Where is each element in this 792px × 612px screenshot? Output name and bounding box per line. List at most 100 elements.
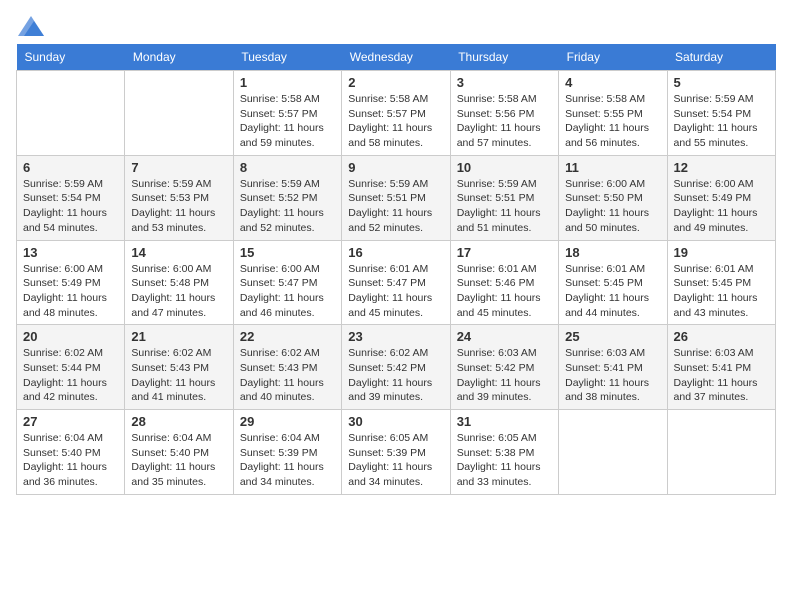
sunrise-info: Sunrise: 6:02 AM [240,347,320,359]
sunrise-info: Sunrise: 5:59 AM [457,178,537,190]
sunset-info: Sunset: 5:54 PM [674,108,752,120]
sunrise-info: Sunrise: 6:02 AM [348,347,428,359]
calendar-day-cell [559,410,667,495]
sunrise-info: Sunrise: 6:01 AM [565,263,645,275]
calendar-day-cell: 10Sunrise: 5:59 AMSunset: 5:51 PMDayligh… [450,155,558,240]
calendar-week-row: 27Sunrise: 6:04 AMSunset: 5:40 PMDayligh… [17,410,776,495]
daylight-info: Daylight: 11 hours and 51 minutes. [457,207,541,234]
logo-icon [18,16,44,36]
day-info: Sunrise: 6:04 AMSunset: 5:40 PMDaylight:… [23,431,118,490]
day-info: Sunrise: 6:03 AMSunset: 5:41 PMDaylight:… [674,346,769,405]
day-number: 8 [240,160,335,175]
calendar-week-row: 6Sunrise: 5:59 AMSunset: 5:54 PMDaylight… [17,155,776,240]
sunset-info: Sunset: 5:57 PM [240,108,318,120]
sunset-info: Sunset: 5:46 PM [457,277,535,289]
sunset-info: Sunset: 5:47 PM [348,277,426,289]
sunset-info: Sunset: 5:40 PM [131,447,209,459]
calendar-day-cell: 28Sunrise: 6:04 AMSunset: 5:40 PMDayligh… [125,410,233,495]
sunrise-info: Sunrise: 6:05 AM [348,432,428,444]
calendar-day-cell: 15Sunrise: 6:00 AMSunset: 5:47 PMDayligh… [233,240,341,325]
sunrise-info: Sunrise: 5:59 AM [240,178,320,190]
calendar-day-cell: 22Sunrise: 6:02 AMSunset: 5:43 PMDayligh… [233,325,341,410]
daylight-info: Daylight: 11 hours and 40 minutes. [240,377,324,404]
calendar-day-cell: 3Sunrise: 5:58 AMSunset: 5:56 PMDaylight… [450,71,558,156]
day-of-week-header: Thursday [450,44,558,71]
sunrise-info: Sunrise: 5:58 AM [565,93,645,105]
day-number: 27 [23,414,118,429]
day-number: 13 [23,245,118,260]
calendar-day-cell [125,71,233,156]
daylight-info: Daylight: 11 hours and 44 minutes. [565,292,649,319]
sunrise-info: Sunrise: 6:03 AM [565,347,645,359]
day-number: 10 [457,160,552,175]
calendar-day-cell: 31Sunrise: 6:05 AMSunset: 5:38 PMDayligh… [450,410,558,495]
daylight-info: Daylight: 11 hours and 48 minutes. [23,292,107,319]
day-info: Sunrise: 6:03 AMSunset: 5:41 PMDaylight:… [565,346,660,405]
calendar-day-cell: 12Sunrise: 6:00 AMSunset: 5:49 PMDayligh… [667,155,775,240]
calendar-day-cell: 19Sunrise: 6:01 AMSunset: 5:45 PMDayligh… [667,240,775,325]
calendar-day-cell: 4Sunrise: 5:58 AMSunset: 5:55 PMDaylight… [559,71,667,156]
calendar-day-cell: 7Sunrise: 5:59 AMSunset: 5:53 PMDaylight… [125,155,233,240]
day-number: 1 [240,75,335,90]
day-info: Sunrise: 6:01 AMSunset: 5:45 PMDaylight:… [565,262,660,321]
daylight-info: Daylight: 11 hours and 59 minutes. [240,122,324,149]
sunset-info: Sunset: 5:42 PM [457,362,535,374]
day-info: Sunrise: 6:05 AM Sunset: 5:39 PM Daylight:… [348,431,443,490]
sunset-info: Sunset: 5:41 PM [674,362,752,374]
daylight-info: Daylight: 11 hours and 50 minutes. [565,207,649,234]
calendar-day-cell [17,71,125,156]
day-info: Sunrise: 6:01 AMSunset: 5:46 PMDaylight:… [457,262,552,321]
day-number: 31 [457,414,552,429]
calendar-week-row: 13 Sunrise: 6:00 AM Sunset: 5:49 PM Dayligh… [17,240,776,325]
day-number: 29 [240,414,335,429]
calendar-day-cell: 23Sunrise: 6:02 AMSunset: 5:42 PMDayligh… [342,325,450,410]
daylight-info: Daylight: 11 hours and 39 minutes. [457,377,541,404]
sunrise-info: Sunrise: 6:01 AM [348,263,428,275]
sunset-info: Sunset: 5:49 PM [23,277,101,289]
day-info: Sunrise: 6:02 AMSunset: 5:44 PMDaylight:… [23,346,118,405]
daylight-info: Daylight: 11 hours and 41 minutes. [131,377,215,404]
calendar-day-cell: 8 Sunrise: 5:59 AM Sunset: 5:52 PM Daylight… [233,155,341,240]
day-info: Sunrise: 6:01 AMSunset: 5:47 PMDaylight:… [348,262,443,321]
day-info: Sunrise: 6:02 AMSunset: 5:42 PMDaylight:… [348,346,443,405]
day-number: 2 [348,75,443,90]
day-number: 16 [348,245,443,260]
calendar-day-cell: 20Sunrise: 6:02 AMSunset: 5:44 PMDayligh… [17,325,125,410]
daylight-info: Daylight: 11 hours and 36 minutes. [23,461,107,488]
calendar-day-cell [667,410,775,495]
sunset-info: Sunset: 5:39 PM [348,447,426,459]
day-info: Sunrise: 5:58 AMSunset: 5:56 PMDaylight:… [457,92,552,151]
day-number: 7 [131,160,226,175]
sunrise-info: Sunrise: 6:00 AM [565,178,645,190]
calendar-day-cell: 9Sunrise: 5:59 AMSunset: 5:51 PMDaylight… [342,155,450,240]
sunset-info: Sunset: 5:45 PM [674,277,752,289]
sunset-info: Sunset: 5:43 PM [131,362,209,374]
sunrise-info: Sunrise: 6:00 AM [23,263,103,275]
sunrise-info: Sunrise: 5:59 AM [674,93,754,105]
sunrise-info: Sunrise: 6:02 AM [23,347,103,359]
calendar-day-cell: 18Sunrise: 6:01 AMSunset: 5:45 PMDayligh… [559,240,667,325]
day-number: 5 [674,75,769,90]
sunrise-info: Sunrise: 6:04 AM [240,432,320,444]
daylight-info: Daylight: 11 hours and 35 minutes. [131,461,215,488]
calendar-day-cell: 5Sunrise: 5:59 AMSunset: 5:54 PMDaylight… [667,71,775,156]
sunset-info: Sunset: 5:47 PM [240,277,318,289]
calendar-day-cell: 6Sunrise: 5:59 AMSunset: 5:54 PMDaylight… [17,155,125,240]
daylight-info: Daylight: 11 hours and 53 minutes. [131,207,215,234]
sunset-info: Sunset: 5:41 PM [565,362,643,374]
daylight-info: Daylight: 11 hours and 52 minutes. [240,207,324,234]
daylight-info: Daylight: 11 hours and 34 minutes. [348,461,432,488]
calendar-day-cell: 29Sunrise: 6:04 AMSunset: 5:39 PMDayligh… [233,410,341,495]
sunrise-info: Sunrise: 6:01 AM [457,263,537,275]
day-info: Sunrise: 5:59 AMSunset: 5:54 PMDaylight:… [23,177,118,236]
sunrise-info: Sunrise: 5:58 AM [240,93,320,105]
day-info: Sunrise: 5:59 AMSunset: 5:51 PMDaylight:… [348,177,443,236]
daylight-info: Daylight: 11 hours and 58 minutes. [348,122,432,149]
calendar-week-row: 20Sunrise: 6:02 AMSunset: 5:44 PMDayligh… [17,325,776,410]
daylight-info: Daylight: 11 hours and 34 minutes. [240,461,324,488]
calendar-day-cell: 30Sunrise: 6:05 AMSunset: 5:39 PMDayligh… [342,410,450,495]
day-number: 26 [674,329,769,344]
sunset-info: Sunset: 5:52 PM [240,192,318,204]
day-number: 22 [240,329,335,344]
daylight-info: Daylight: 11 hours and 42 minutes. [23,377,107,404]
